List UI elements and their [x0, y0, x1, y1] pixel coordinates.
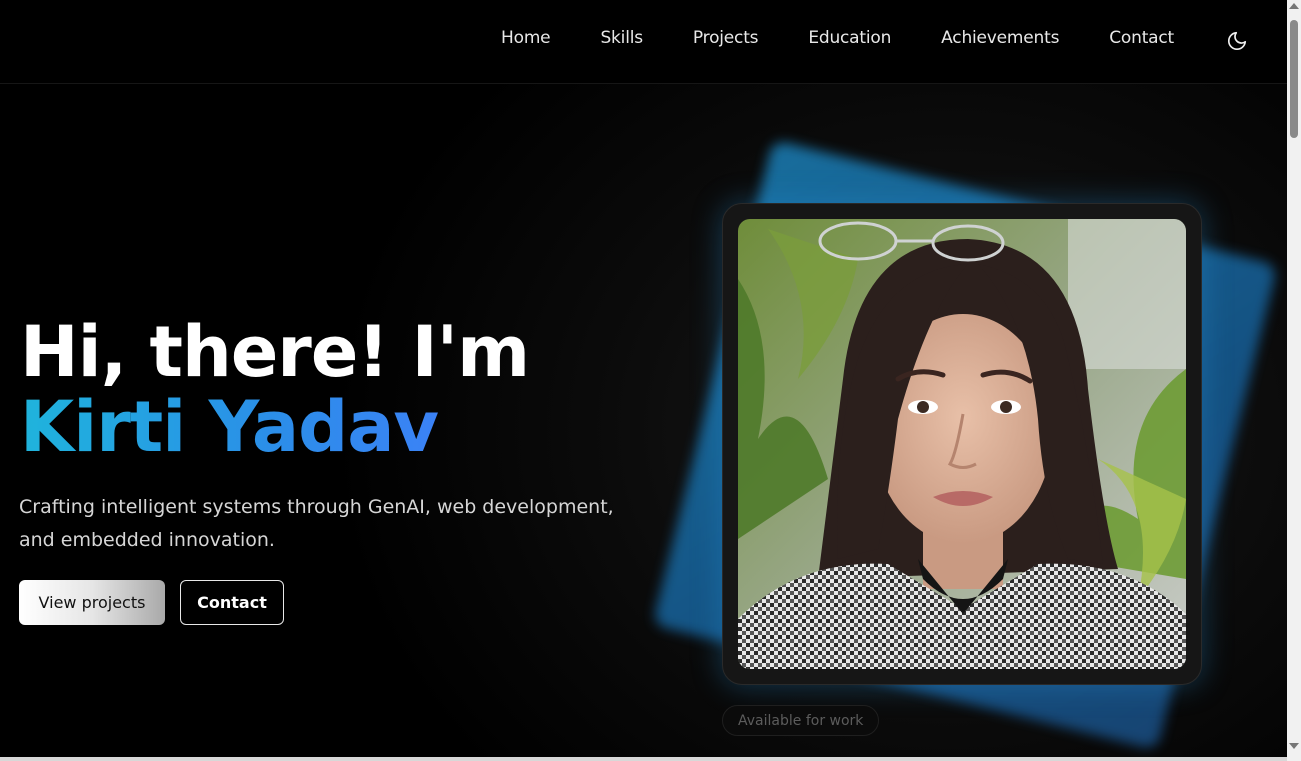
contact-button[interactable]: Contact [180, 580, 284, 625]
profile-photo [738, 219, 1186, 669]
nav-links: Home Skills Projects Education Achieveme… [501, 28, 1174, 48]
hero-description: Crafting intelligent systems through Gen… [19, 496, 614, 551]
nav-contact[interactable]: Contact [1109, 28, 1174, 48]
nav-education[interactable]: Education [808, 28, 891, 48]
horizontal-scrollbar[interactable] [0, 757, 1287, 761]
nav-projects[interactable]: Projects [693, 28, 759, 48]
scroll-thumb[interactable] [1290, 20, 1298, 138]
hero-greeting: Hi, there! I'm [20, 311, 530, 393]
availability-badge: Available for work [722, 705, 880, 736]
scroll-up-arrow-icon[interactable] [1289, 3, 1299, 9]
page: Home Skills Projects Education Achieveme… [0, 0, 1287, 757]
hero-name: Kirti Yadav [20, 386, 439, 468]
nav-achievements[interactable]: Achievements [941, 28, 1059, 48]
nav-skills[interactable]: Skills [600, 28, 643, 48]
moon-icon[interactable] [1226, 30, 1248, 52]
vertical-scrollbar[interactable] [1287, 0, 1301, 761]
nav-home[interactable]: Home [501, 28, 551, 48]
view-projects-button[interactable]: View projects [19, 580, 165, 625]
scroll-down-arrow-icon[interactable] [1289, 743, 1299, 749]
top-nav: Home Skills Projects Education Achieveme… [0, 0, 1287, 84]
